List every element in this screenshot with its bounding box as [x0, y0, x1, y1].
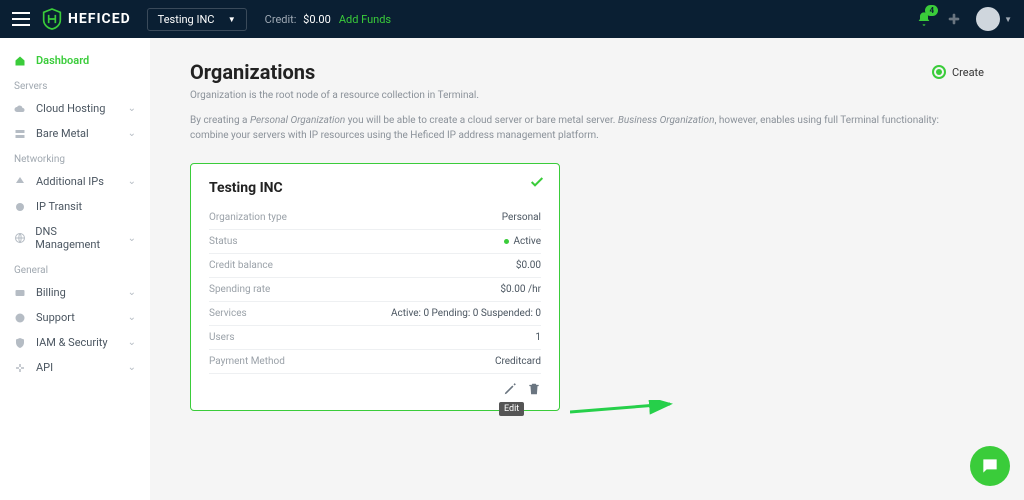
home-icon: [14, 55, 28, 67]
sidebar-item-label: Billing: [36, 286, 66, 299]
organization-card: Testing INC Organization typePersonal St…: [190, 163, 560, 411]
sidebar-item-cloud-hosting[interactable]: Cloud Hosting ⌄: [0, 96, 150, 121]
add-funds-link[interactable]: Add Funds: [339, 13, 391, 26]
cloud-icon: [14, 103, 28, 115]
ip-icon: [14, 176, 28, 188]
brand-text: HEFICED: [68, 11, 131, 27]
shield-icon: [14, 337, 28, 349]
avatar: [976, 7, 1000, 31]
chat-fab[interactable]: [970, 446, 1010, 486]
page-description: By creating a Personal Organization you …: [190, 113, 950, 143]
main-content: Organizations Create Organization is the…: [150, 38, 1024, 500]
dns-icon: [14, 232, 27, 244]
sidebar-item-iam[interactable]: IAM & Security ⌄: [0, 330, 150, 355]
sidebar-item-billing[interactable]: Billing ⌄: [0, 280, 150, 305]
sidebar-item-label: Bare Metal: [36, 127, 89, 140]
sidebar: Dashboard Servers Cloud Hosting ⌄ Bare M…: [0, 38, 150, 500]
sidebar-section-general: General: [0, 257, 150, 280]
org-selector[interactable]: Testing INC ▼: [147, 8, 247, 31]
sidebar-item-label: API: [36, 361, 53, 374]
edit-tooltip: Edit: [499, 402, 524, 416]
sidebar-section-networking: Networking: [0, 146, 150, 169]
notifications-button[interactable]: 4: [916, 11, 932, 27]
sidebar-item-dns[interactable]: DNS Management ⌄: [0, 219, 150, 257]
sidebar-item-label: Cloud Hosting: [36, 102, 105, 115]
chevron-down-icon: ⌄: [128, 312, 136, 323]
chevron-down-icon: ▼: [228, 15, 236, 24]
chat-icon: [980, 456, 1000, 476]
chevron-down-icon: ▼: [1004, 15, 1012, 24]
org-name: Testing INC: [209, 180, 541, 196]
sidebar-item-ip-transit[interactable]: IP Transit: [0, 194, 150, 219]
credit-display: Credit: $0.00: [265, 13, 331, 26]
chevron-down-icon: ⌄: [128, 287, 136, 298]
sidebar-item-additional-ips[interactable]: Additional IPs ⌄: [0, 169, 150, 194]
edit-button[interactable]: Edit: [503, 382, 517, 396]
sidebar-item-label: DNS Management: [35, 225, 119, 251]
notification-badge: 4: [925, 5, 938, 16]
sidebar-section-servers: Servers: [0, 73, 150, 96]
page-subtitle: Organization is the root node of a resou…: [190, 90, 984, 101]
sidebar-item-label: Dashboard: [36, 54, 89, 67]
api-icon: [14, 362, 28, 374]
chevron-down-icon: ⌄: [128, 337, 136, 348]
row-org-type: Organization typePersonal: [209, 206, 541, 230]
transit-icon: [14, 201, 28, 213]
chevron-down-icon: ⌄: [128, 176, 136, 187]
delete-button[interactable]: [527, 382, 541, 396]
server-icon: [14, 128, 28, 140]
pencil-icon: [503, 382, 517, 396]
chevron-down-icon: ⌄: [128, 103, 136, 114]
create-button[interactable]: Create: [932, 65, 984, 79]
chevron-down-icon: ⌄: [128, 362, 136, 373]
shield-icon: [42, 8, 62, 30]
brand-logo[interactable]: HEFICED: [42, 8, 131, 30]
create-label: Create: [952, 66, 984, 79]
chevron-down-icon: ⌄: [128, 128, 136, 139]
sidebar-item-label: Additional IPs: [36, 175, 104, 188]
status-dot-icon: [504, 239, 509, 244]
row-services: ServicesActive: 0 Pending: 0 Suspended: …: [209, 302, 541, 326]
user-menu[interactable]: ▼: [976, 7, 1012, 31]
help-icon: [14, 312, 28, 324]
org-selector-label: Testing INC: [158, 13, 215, 26]
sidebar-item-support[interactable]: Support ⌄: [0, 305, 150, 330]
row-spending: Spending rate$0.00 /hr: [209, 278, 541, 302]
sidebar-item-label: IAM & Security: [36, 336, 108, 349]
row-status: StatusActive: [209, 230, 541, 254]
sidebar-item-label: Support: [36, 311, 75, 324]
annotation-arrow-icon: [570, 400, 680, 420]
row-payment: Payment MethodCreditcard: [209, 350, 541, 374]
sidebar-item-api[interactable]: API ⌄: [0, 355, 150, 380]
check-icon: [529, 174, 545, 190]
menu-toggle-icon[interactable]: [12, 12, 30, 26]
page-title: Organizations: [190, 60, 315, 84]
credit-label: Credit:: [265, 13, 297, 26]
top-bar: HEFICED Testing INC ▼ Credit: $0.00 Add …: [0, 0, 1024, 38]
credit-amount: $0.00: [303, 13, 331, 26]
sidebar-item-label: IP Transit: [36, 200, 82, 213]
row-users: Users1: [209, 326, 541, 350]
sidebar-item-dashboard[interactable]: Dashboard: [0, 48, 150, 73]
row-credit: Credit balance$0.00: [209, 254, 541, 278]
sidebar-item-bare-metal[interactable]: Bare Metal ⌄: [0, 121, 150, 146]
card-icon: [14, 287, 28, 299]
chevron-down-icon: ⌄: [128, 233, 136, 244]
trash-icon: [527, 382, 541, 396]
slack-icon[interactable]: [946, 11, 962, 27]
plus-circle-icon: [932, 65, 946, 79]
